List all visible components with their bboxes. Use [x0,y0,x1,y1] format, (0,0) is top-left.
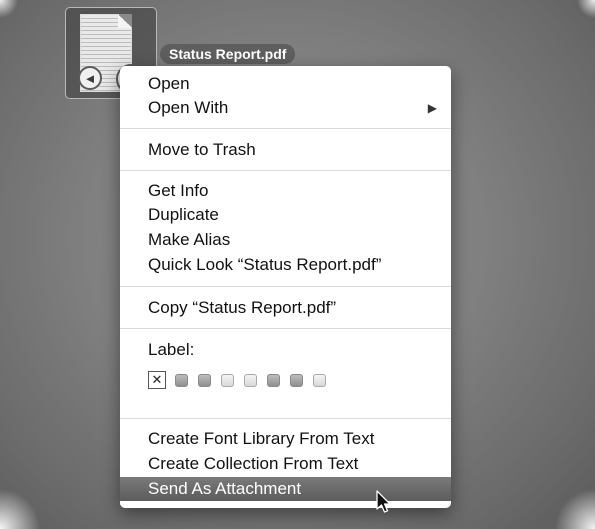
label-color-picker: ✕ [148,370,336,390]
menu-item-open[interactable]: Open [120,72,451,96]
menu-item-move-to-trash[interactable]: Move to Trash [120,138,451,162]
menu-separator [120,170,451,171]
menu-item-get-info[interactable]: Get Info [120,179,451,203]
label-none-swatch[interactable]: ✕ [148,371,166,389]
menu-separator [120,286,451,287]
menu-item-copy[interactable]: Copy “Status Report.pdf” [120,296,451,320]
label-color-swatch[interactable] [221,373,234,387]
menu-item-open-with[interactable]: Open With ▶ [120,96,451,120]
label-color-swatch[interactable] [290,373,303,387]
menu-item-send-as-attachment[interactable]: Send As Attachment [120,477,451,501]
label-color-swatch[interactable] [198,373,211,387]
menu-separator [120,328,451,329]
label-color-swatch[interactable] [244,373,257,387]
menu-separator [120,418,451,419]
label-color-swatch[interactable] [175,373,188,387]
context-menu: Open Open With ▶ Move to Trash Get Info … [120,66,451,508]
menu-item-create-font-library[interactable]: Create Font Library From Text [120,427,451,451]
label-heading: Label: [148,340,195,359]
previous-page-icon[interactable]: ◄ [78,66,102,90]
menu-item-quick-look[interactable]: Quick Look “Status Report.pdf” [120,253,451,277]
label-color-swatch[interactable] [313,373,326,387]
menu-separator [120,128,451,129]
mouse-pointer-icon [376,490,391,513]
menu-item-duplicate[interactable]: Duplicate [120,203,451,227]
submenu-arrow-icon: ▶ [427,101,437,115]
file-name-label[interactable]: Status Report.pdf [160,44,296,64]
label-color-swatch[interactable] [267,373,280,387]
menu-item-create-collection[interactable]: Create Collection From Text [120,452,451,476]
menu-item-make-alias[interactable]: Make Alias [120,228,451,252]
menu-item-label: Open With [148,98,229,117]
